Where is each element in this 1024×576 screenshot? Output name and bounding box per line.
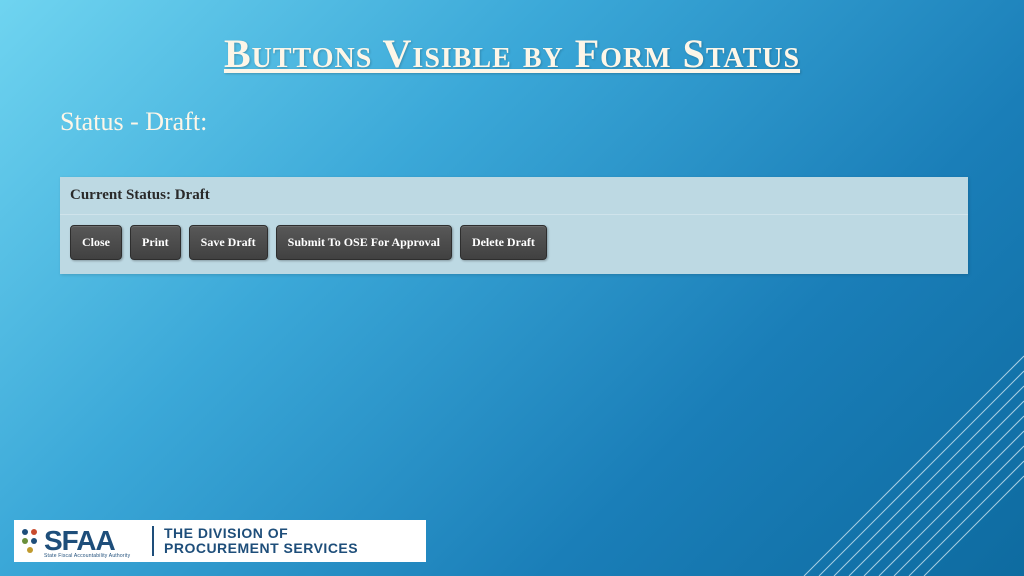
status-subtitle: Status - Draft: (60, 107, 964, 137)
division-text: The Division of Procurement Services (152, 526, 358, 557)
slide: Buttons Visible by Form Status Status - … (0, 0, 1024, 576)
division-line2: Procurement Services (164, 540, 358, 556)
button-row: Close Print Save Draft Submit To OSE For… (60, 215, 968, 260)
print-button[interactable]: Print (130, 225, 181, 260)
division-line1: The Division of (164, 525, 288, 541)
current-status-label: Current Status: Draft (60, 187, 968, 215)
logo-abbr: SFAA (44, 527, 115, 555)
page-title: Buttons Visible by Form Status (60, 30, 964, 77)
save-draft-button[interactable]: Save Draft (189, 225, 268, 260)
footer-badge: SFAA State Fiscal Accountability Authori… (14, 520, 426, 562)
close-button[interactable]: Close (70, 225, 122, 260)
status-panel: Current Status: Draft Close Print Save D… (60, 177, 968, 274)
delete-draft-button[interactable]: Delete Draft (460, 225, 547, 260)
submit-button[interactable]: Submit To OSE For Approval (276, 225, 452, 260)
logo-mark-icon (20, 526, 40, 556)
logo-subtext: State Fiscal Accountability Authority (44, 553, 130, 559)
logo: SFAA State Fiscal Accountability Authori… (14, 520, 144, 562)
decorative-lines-icon (764, 276, 1024, 576)
